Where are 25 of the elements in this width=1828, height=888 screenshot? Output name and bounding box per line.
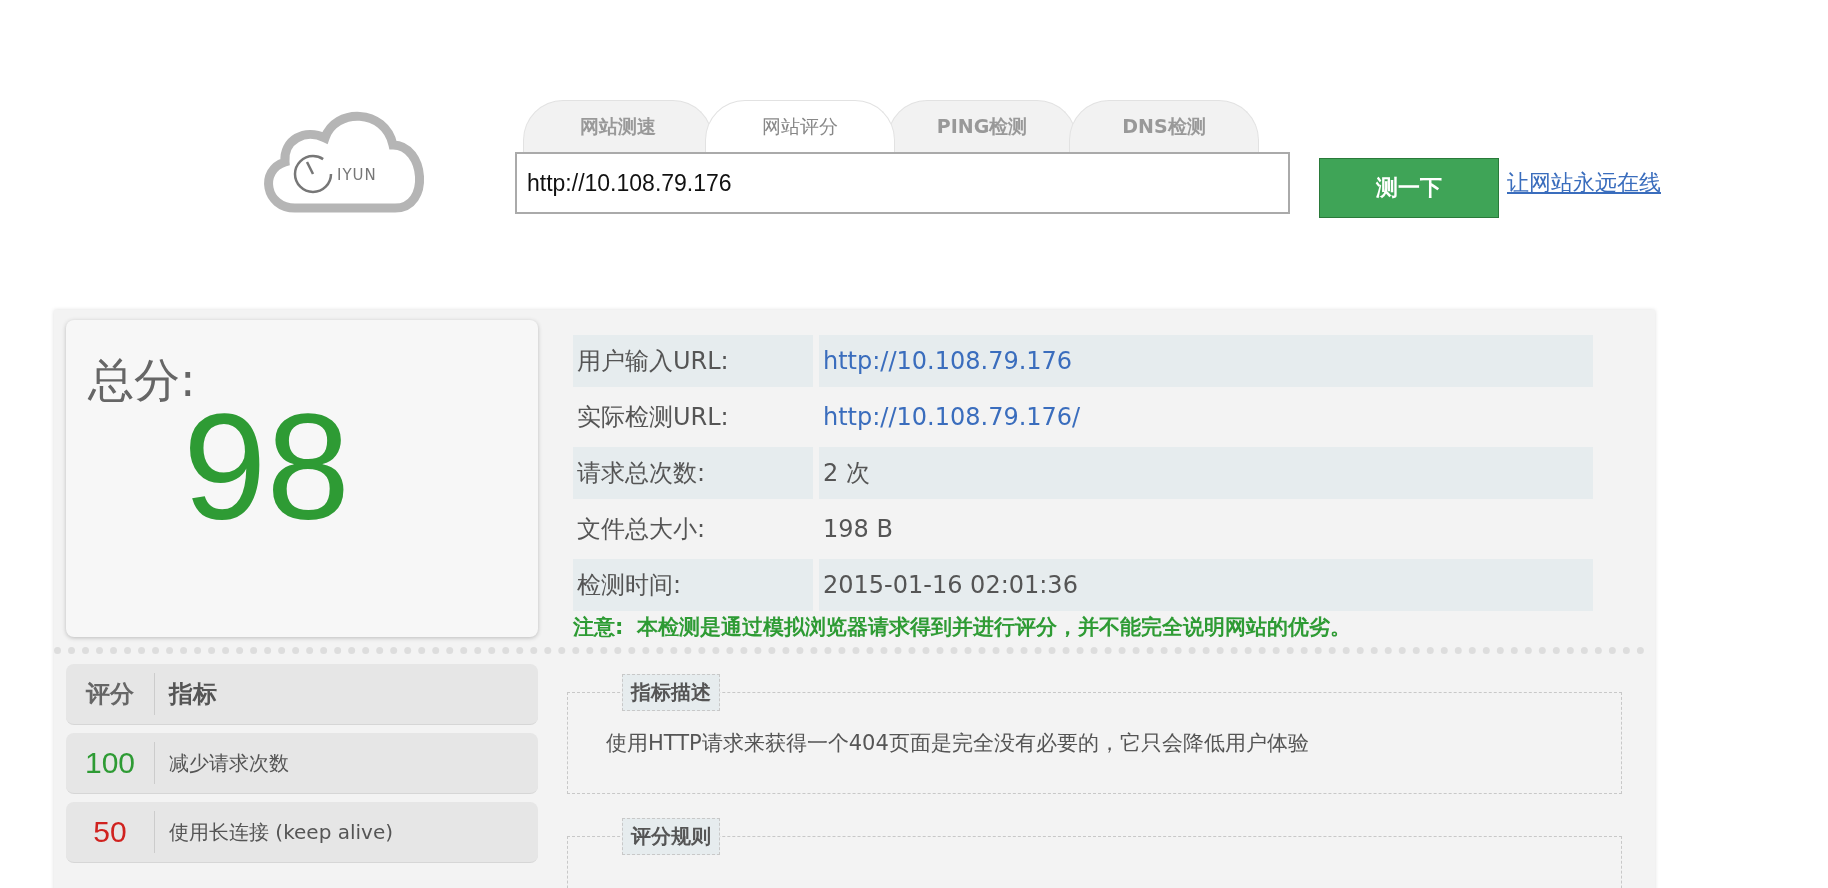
url-link[interactable]: http://10.108.79.176/ xyxy=(819,391,1593,443)
logo-text: IYUN xyxy=(337,166,377,184)
total-score-label: 总分: xyxy=(88,352,197,409)
info-value: 2015-01-16 02:01:36 xyxy=(819,559,1593,611)
info-label: 请求总次数: xyxy=(573,447,813,499)
section-title: 评分规则 xyxy=(622,818,720,855)
info-value: 2 次 xyxy=(819,447,1593,499)
metric-row[interactable]: 100 减少请求次数 xyxy=(66,733,538,794)
section-title: 指标描述 xyxy=(622,674,720,711)
description-text: 使用HTTP请求来获得一个404页面是完全没有必要的，它只会降低用户体验 xyxy=(606,730,1310,757)
info-label: 用户输入URL: xyxy=(573,335,813,387)
notice-text: 注意: 本检测是通过模拟浏览器请求得到并进行评分，并不能完全说明网站的优劣。 xyxy=(573,614,1353,641)
tab[interactable]: DNS检测 xyxy=(1069,100,1259,152)
info-label: 检测时间: xyxy=(573,559,813,611)
metric-row[interactable]: 50 使用长连接 (keep alive) xyxy=(66,802,538,863)
info-value: 198 B xyxy=(822,514,894,545)
column-header: 评分 xyxy=(66,673,155,715)
column-header: 指标 xyxy=(167,679,217,710)
url-input-field[interactable]: http://10.108.79.176 xyxy=(515,152,1290,214)
tab[interactable]: 网站评分 xyxy=(705,100,895,152)
url-link[interactable]: http://10.108.79.176 xyxy=(819,335,1593,387)
test-button[interactable]: 测一下 xyxy=(1319,158,1499,218)
promo-link[interactable]: 让网站永远在线 xyxy=(1507,168,1661,198)
info-label: 文件总大小: xyxy=(576,514,707,545)
info-label: 实际检测URL: xyxy=(576,402,730,433)
